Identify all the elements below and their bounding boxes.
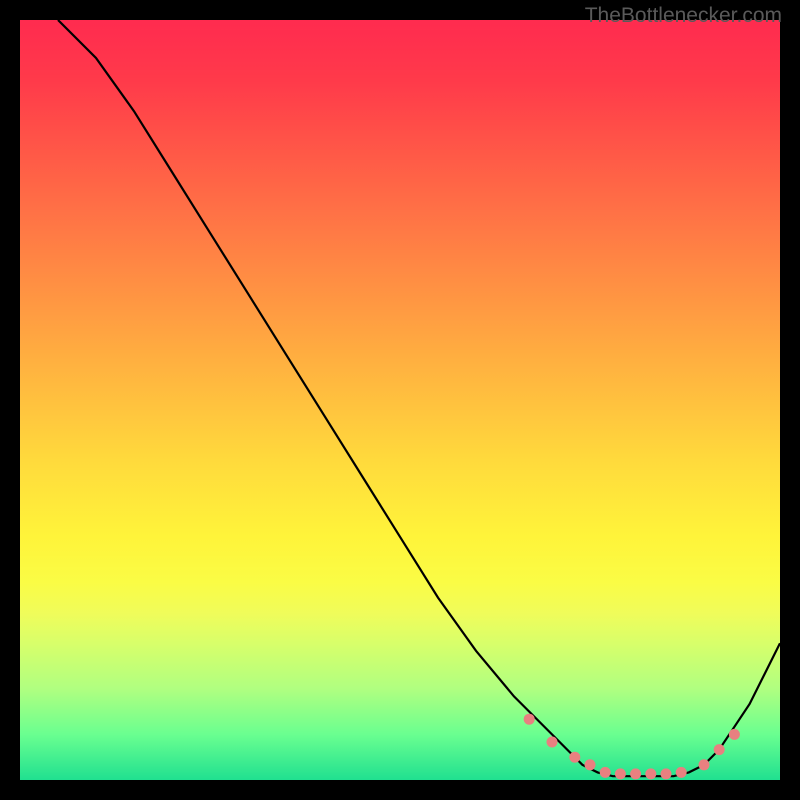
watermark-text: TheBottlenecker.com bbox=[585, 4, 782, 28]
marker-dot bbox=[524, 714, 535, 725]
chart-container bbox=[20, 20, 780, 780]
marker-dot bbox=[661, 768, 672, 779]
marker-dot bbox=[729, 729, 740, 740]
marker-dot bbox=[699, 759, 710, 770]
marker-dot bbox=[676, 767, 687, 778]
highlight-markers bbox=[524, 714, 740, 780]
chart-svg bbox=[20, 20, 780, 780]
marker-dot bbox=[547, 737, 558, 748]
marker-dot bbox=[714, 744, 725, 755]
curve-line bbox=[58, 20, 780, 776]
marker-dot bbox=[615, 768, 626, 779]
marker-dot bbox=[630, 768, 641, 779]
marker-dot bbox=[645, 768, 656, 779]
marker-dot bbox=[585, 759, 596, 770]
marker-dot bbox=[569, 752, 580, 763]
marker-dot bbox=[600, 767, 611, 778]
